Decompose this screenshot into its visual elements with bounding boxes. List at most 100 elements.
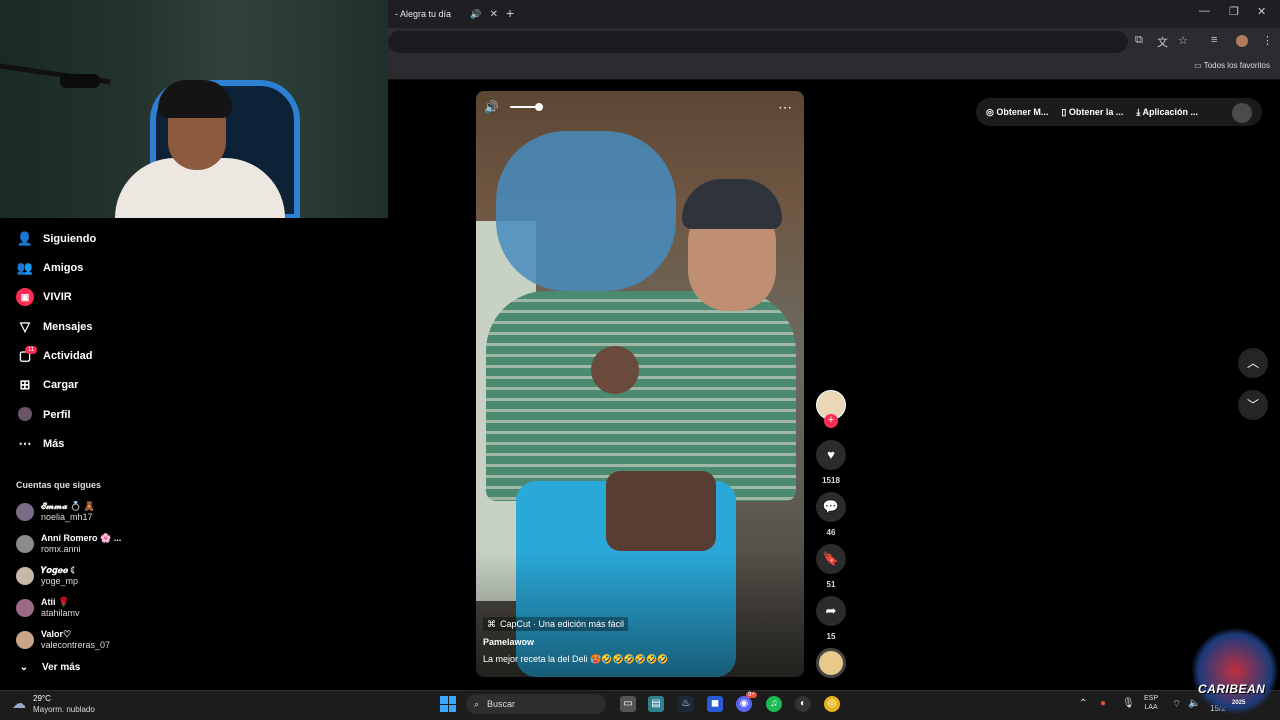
phone-icon: ▯ <box>1061 106 1069 117</box>
weather-cloud-icon[interactable]: ☁ <box>12 695 26 712</box>
comment-count: 46 <box>826 528 836 537</box>
search-icon: ⌕ <box>474 698 480 709</box>
follow-button[interactable]: + <box>824 414 838 428</box>
chevron-down-icon: ﹀ <box>1246 398 1259 412</box>
tray-overflow-icon[interactable]: ⌃ <box>1079 698 1087 709</box>
browser-tab[interactable]: - Alegra tu día 🔊 ✕ <box>388 3 498 25</box>
tab-audio-icon[interactable]: 🔊 <box>470 9 481 20</box>
tab-close-icon[interactable]: ✕ <box>490 9 498 20</box>
sidebar-item-label: VIVIR <box>43 291 72 303</box>
followed-account[interactable]: Valor♡ valecontreras_07 <box>16 626 146 654</box>
video-more-options-icon[interactable]: ⋯ <box>778 99 792 116</box>
get-coins-button[interactable]: ◎ Obtener M... <box>986 107 1048 118</box>
tray-app-icon[interactable]: ● <box>1100 698 1106 709</box>
followed-account[interactable]: Atii 🌹 atahilamv <box>16 594 146 622</box>
keyboard-layout: LAA <box>1144 704 1158 711</box>
sidebar-item-more[interactable]: ⋯ Más <box>16 433 65 455</box>
more-icon: ⋯ <box>18 436 32 451</box>
video-frame-water-jug <box>496 131 676 291</box>
video-author[interactable]: Pamelawow <box>483 637 534 647</box>
sidebar-item-friends[interactable]: 👥 Amigos <box>16 257 83 279</box>
account-username: atahilamv <box>41 608 80 618</box>
webcam-overlay <box>0 0 388 218</box>
share-button[interactable]: ➦ <box>816 596 846 626</box>
comment-button[interactable]: 💬 <box>816 492 846 522</box>
search-placeholder: Buscar <box>487 699 516 709</box>
windows-taskbar <box>0 690 1280 720</box>
speaker-icon[interactable]: 🔈 <box>1188 698 1200 709</box>
get-app-label: Obtener la ... <box>1068 106 1124 117</box>
windows-start-icon[interactable] <box>440 696 456 712</box>
see-more-label: Ver más <box>42 662 81 673</box>
new-tab-button[interactable]: + <box>506 5 514 21</box>
save-count: 51 <box>826 580 836 589</box>
chrome-icon[interactable]: ◎ <box>824 696 840 712</box>
steam-icon[interactable]: ♨ <box>678 696 694 712</box>
translate-icon[interactable]: 文 <box>1157 34 1168 50</box>
streamer-hair <box>158 80 232 118</box>
cast-icon[interactable]: ⧉ <box>1135 34 1143 47</box>
microphone-icon[interactable]: 🎙 <box>1122 698 1135 709</box>
obs-icon[interactable]: ◐ <box>795 696 811 712</box>
account-avatar <box>16 503 34 521</box>
see-more-button[interactable]: ⌄ Ver más <box>16 662 81 673</box>
all-bookmarks[interactable]: ▭ Todos los favoritos <box>1194 61 1270 70</box>
app-store-icon[interactable]: ◼ <box>707 696 723 712</box>
capcut-tag[interactable]: ⌘ CapCut · Una edición más fácil <box>483 617 629 631</box>
sidebar-item-label: Actividad <box>43 350 93 362</box>
wifi-icon[interactable]: ⌔ <box>1172 698 1181 711</box>
activity-badge: 11 <box>25 346 38 354</box>
sidebar-item-profile[interactable]: Perfil <box>16 404 71 426</box>
capcut-label: CapCut · Una edición más fácil <box>500 619 625 629</box>
media-control-icon[interactable]: ≡ <box>1211 34 1217 46</box>
weather-temperature[interactable]: 29°C <box>33 694 51 703</box>
like-button[interactable]: ♥ <box>816 440 846 470</box>
bookmark-star-icon[interactable]: ☆ <box>1178 34 1188 47</box>
video-frame-pouch <box>591 346 639 394</box>
followed-account[interactable]: Anni Romero 🌸 ... romx.anni <box>16 530 146 558</box>
bookmark-icon: 🔖 <box>822 551 840 566</box>
volume-icon[interactable]: 🔊 <box>484 100 499 114</box>
account-name: Atii 🌹 <box>41 597 70 607</box>
save-button[interactable]: 🔖 <box>816 544 846 574</box>
account-name: 𝒀𝒐𝒈𝒆𝒆 ☾ <box>41 565 77 575</box>
sidebar-item-live[interactable]: ▣ VIVIR <box>16 286 72 308</box>
account-avatar <box>16 599 34 617</box>
sidebar-item-label: Mensajes <box>43 321 93 333</box>
followed-account[interactable]: 𝓔𝓶𝓶𝓪 💍 🧸 noelia_mh17 <box>16 498 146 526</box>
widget-app-icon[interactable]: ▤ <box>648 696 664 712</box>
get-app-button[interactable]: ▯ Obtener la ... <box>1061 107 1123 118</box>
sidebar-item-upload[interactable]: ⊞ Cargar <box>16 374 79 396</box>
minimize-icon[interactable]: — <box>1199 5 1210 17</box>
profile-avatar[interactable] <box>1236 35 1248 47</box>
profile-icon <box>16 406 34 424</box>
volume-slider-handle[interactable] <box>535 103 543 111</box>
caribean-logo-text: CARIBEAN <box>1198 682 1266 696</box>
restore-icon[interactable]: ❐ <box>1229 5 1239 18</box>
previous-video-button[interactable]: ︿ <box>1238 348 1268 378</box>
spotify-icon[interactable]: ♫ <box>766 696 782 712</box>
sidebar-item-following[interactable]: 👤 Siguiendo <box>16 228 96 250</box>
desktop-app-label: Aplicación ... <box>1142 106 1199 117</box>
omnibox[interactable] <box>388 31 1128 53</box>
discord-icon[interactable]: ◉ <box>736 696 752 712</box>
sidebar-item-label: Perfil <box>43 409 71 421</box>
window-close-icon[interactable]: ✕ <box>1257 5 1266 18</box>
account-username: romx.anni <box>41 544 81 554</box>
account-avatar <box>16 631 34 649</box>
taskbar-search[interactable]: ⌕ Buscar <box>466 694 606 714</box>
user-avatar[interactable] <box>1232 103 1252 123</box>
followed-account[interactable]: 𝒀𝒐𝒈𝒆𝒆 ☾ yoge_mp <box>16 562 146 590</box>
task-view-icon[interactable]: ▭ <box>620 696 636 712</box>
sidebar-item-messages[interactable]: ▽ Mensajes <box>16 316 93 338</box>
next-video-button[interactable]: ﹀ <box>1238 390 1268 420</box>
language-indicator[interactable]: ESP LAA <box>1144 694 1158 712</box>
friends-icon: 👥 <box>16 260 34 275</box>
desktop-app-button[interactable]: ⤓ Aplicación ... <box>1136 107 1198 118</box>
account-name: 𝓔𝓶𝓶𝓪 💍 🧸 <box>41 501 95 511</box>
video-player[interactable] <box>476 91 804 677</box>
weather-condition[interactable]: Mayorm. nublado <box>33 705 95 714</box>
music-disc[interactable] <box>816 648 846 678</box>
browser-menu-icon[interactable]: ⋮ <box>1262 34 1273 47</box>
account-username: yoge_mp <box>41 576 79 586</box>
